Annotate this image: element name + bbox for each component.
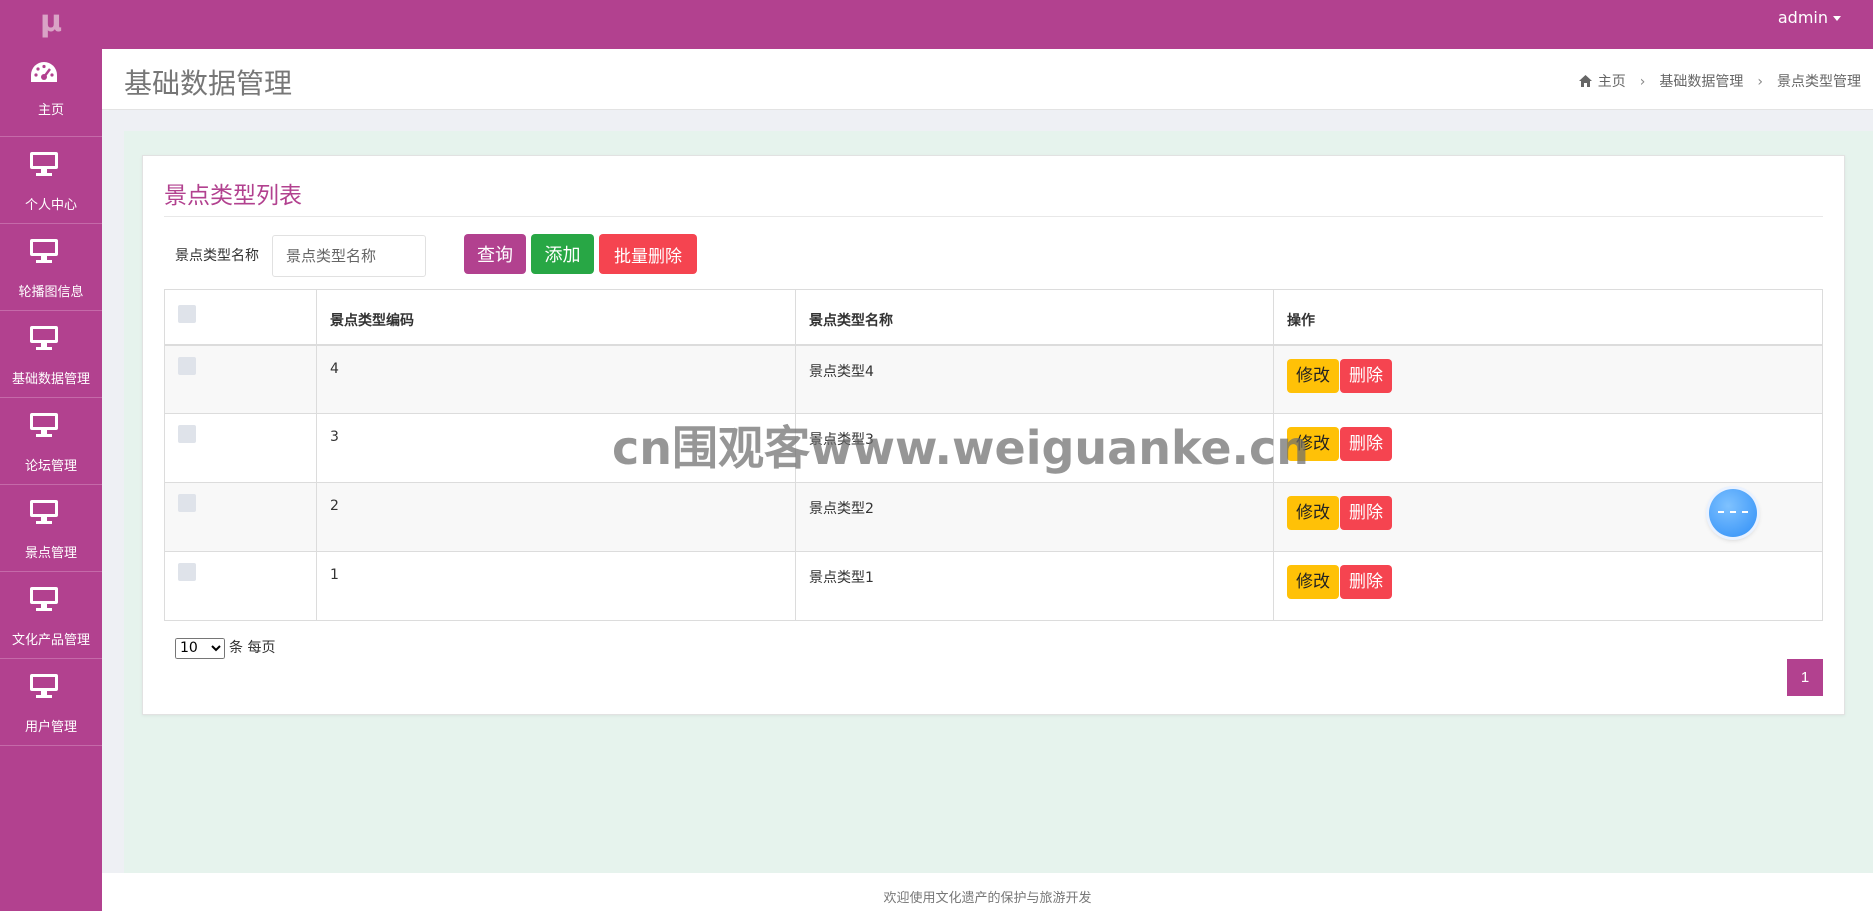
page-title: 基础数据管理 — [124, 67, 293, 100]
delete-button[interactable]: 删除 — [1340, 427, 1392, 461]
chevron-right-icon: › — [1639, 74, 1646, 90]
header-name: 景点类型名称 — [795, 289, 1274, 346]
app-logo[interactable]: μ — [0, 0, 102, 49]
monitor-icon — [30, 326, 58, 350]
delete-button[interactable]: 删除 — [1340, 358, 1392, 393]
dashboard-icon — [31, 62, 57, 82]
monitor-icon — [30, 152, 58, 176]
cell-ops: 修改 删除 — [1273, 344, 1823, 414]
watermark: cn围观客www.weiguanke.cn — [612, 421, 1310, 475]
breadcrumb-current: 景点类型管理 — [1777, 74, 1861, 90]
user-name: admin — [1777, 8, 1828, 27]
per-page-text: 条 每页 — [229, 640, 276, 656]
row-checkbox-cell — [164, 482, 317, 552]
search-input[interactable] — [272, 235, 426, 277]
page-button-current[interactable]: 1 — [1787, 659, 1823, 696]
row-checkbox[interactable] — [178, 425, 196, 443]
row-checkbox[interactable] — [178, 356, 196, 375]
monitor-icon — [30, 500, 58, 524]
footer-text: 欢迎使用文化遗产的保护与旅游开发 — [883, 891, 1092, 906]
table-row: 1 景点类型1 修改 删除 — [164, 551, 1823, 621]
cell-code: 1 — [316, 551, 796, 621]
edit-button[interactable]: 修改 — [1287, 565, 1339, 599]
row-checkbox-cell — [164, 344, 317, 414]
breadcrumb-basic-data[interactable]: 基础数据管理 — [1659, 74, 1743, 90]
page-size-select[interactable]: 10 — [175, 637, 225, 659]
search-label: 景点类型名称 — [175, 248, 259, 264]
batch-delete-button[interactable]: 批量删除 — [599, 234, 697, 274]
cell-name: 景点类型1 — [795, 551, 1274, 621]
page-header: 基础数据管理 主页 › 基础数据管理 › 景点类型管理 — [102, 49, 1873, 110]
sidebar-item-label: 基础数据管理 — [11, 372, 90, 387]
row-checkbox-cell — [164, 413, 317, 483]
sidebar-item-label: 个人中心 — [24, 198, 77, 213]
query-button[interactable]: 查询 — [464, 234, 526, 274]
sidebar-item-basic-data[interactable]: 基础数据管理 — [0, 311, 102, 398]
caret-down-icon — [1833, 16, 1841, 21]
divider — [164, 216, 1823, 217]
cell-code: 2 — [316, 482, 796, 552]
sidebar-item-label: 论坛管理 — [24, 459, 77, 474]
sidebar-item-cultural-products[interactable]: 文化产品管理 — [0, 572, 102, 659]
cell-ops: 修改 删除 — [1273, 551, 1823, 621]
monitor-icon — [30, 587, 58, 611]
sidebar-item-forum[interactable]: 论坛管理 — [0, 398, 102, 485]
chevron-right-icon: › — [1757, 74, 1763, 90]
sidebar: 主页 个人中心 轮播图信息 基础数据管理 论坛管理 景点管理 文化产品管理 用户… — [0, 49, 102, 911]
sidebar-item-home[interactable]: 主页 — [0, 49, 102, 137]
edit-button[interactable]: 修改 — [1287, 358, 1339, 393]
top-navbar: μ admin — [0, 0, 1873, 49]
sidebar-item-label: 景点管理 — [24, 546, 77, 561]
cell-name: 景点类型2 — [795, 482, 1274, 552]
sidebar-item-label: 文化产品管理 — [11, 633, 90, 648]
sidebar-item-users[interactable]: 用户管理 — [0, 659, 102, 746]
cell-ops: 修改 删除 — [1273, 413, 1823, 483]
delete-button[interactable]: 删除 — [1340, 496, 1392, 530]
sidebar-item-carousel[interactable]: 轮播图信息 — [0, 224, 102, 311]
sidebar-item-scenic-spots[interactable]: 景点管理 — [0, 485, 102, 572]
dash-mark — [1730, 511, 1736, 513]
monitor-icon — [30, 239, 58, 263]
sidebar-item-label: 轮播图信息 — [18, 285, 84, 300]
monitor-icon — [30, 413, 58, 437]
user-menu[interactable]: admin — [1778, 8, 1841, 27]
breadcrumb-home[interactable]: 主页 — [1598, 74, 1626, 90]
table-row: 2 景点类型2 修改 删除 — [164, 482, 1823, 552]
select-all-checkbox[interactable] — [178, 305, 196, 323]
floating-assistant-icon[interactable] — [1709, 489, 1757, 537]
table-header-row: 景点类型编码 景点类型名称 操作 — [164, 289, 1823, 346]
card-title: 景点类型列表 — [164, 183, 302, 209]
header-code: 景点类型编码 — [316, 289, 796, 346]
sidebar-item-label: 主页 — [37, 103, 64, 118]
dash-mark — [1742, 511, 1748, 513]
row-checkbox[interactable] — [178, 494, 196, 512]
monitor-icon — [30, 674, 58, 698]
row-checkbox[interactable] — [178, 563, 196, 581]
footer: 欢迎使用文化遗产的保护与旅游开发 — [102, 873, 1873, 911]
dash-mark — [1718, 511, 1724, 513]
add-button[interactable]: 添加 — [531, 234, 594, 274]
table-row: 4 景点类型4 修改 删除 — [164, 344, 1823, 414]
header-checkbox-cell — [164, 289, 317, 346]
cell-name: 景点类型4 — [795, 344, 1274, 414]
edit-button[interactable]: 修改 — [1287, 496, 1339, 530]
delete-button[interactable]: 删除 — [1340, 565, 1392, 599]
row-checkbox-cell — [164, 551, 317, 621]
sidebar-item-personal-center[interactable]: 个人中心 — [0, 137, 102, 224]
cell-code: 4 — [316, 344, 796, 414]
home-icon — [1578, 75, 1592, 87]
breadcrumb: 主页 › 基础数据管理 › 景点类型管理 — [1578, 71, 1861, 91]
sidebar-item-label: 用户管理 — [24, 720, 77, 735]
header-ops: 操作 — [1273, 289, 1823, 346]
page-size-control: 10条 每页 — [175, 637, 275, 659]
